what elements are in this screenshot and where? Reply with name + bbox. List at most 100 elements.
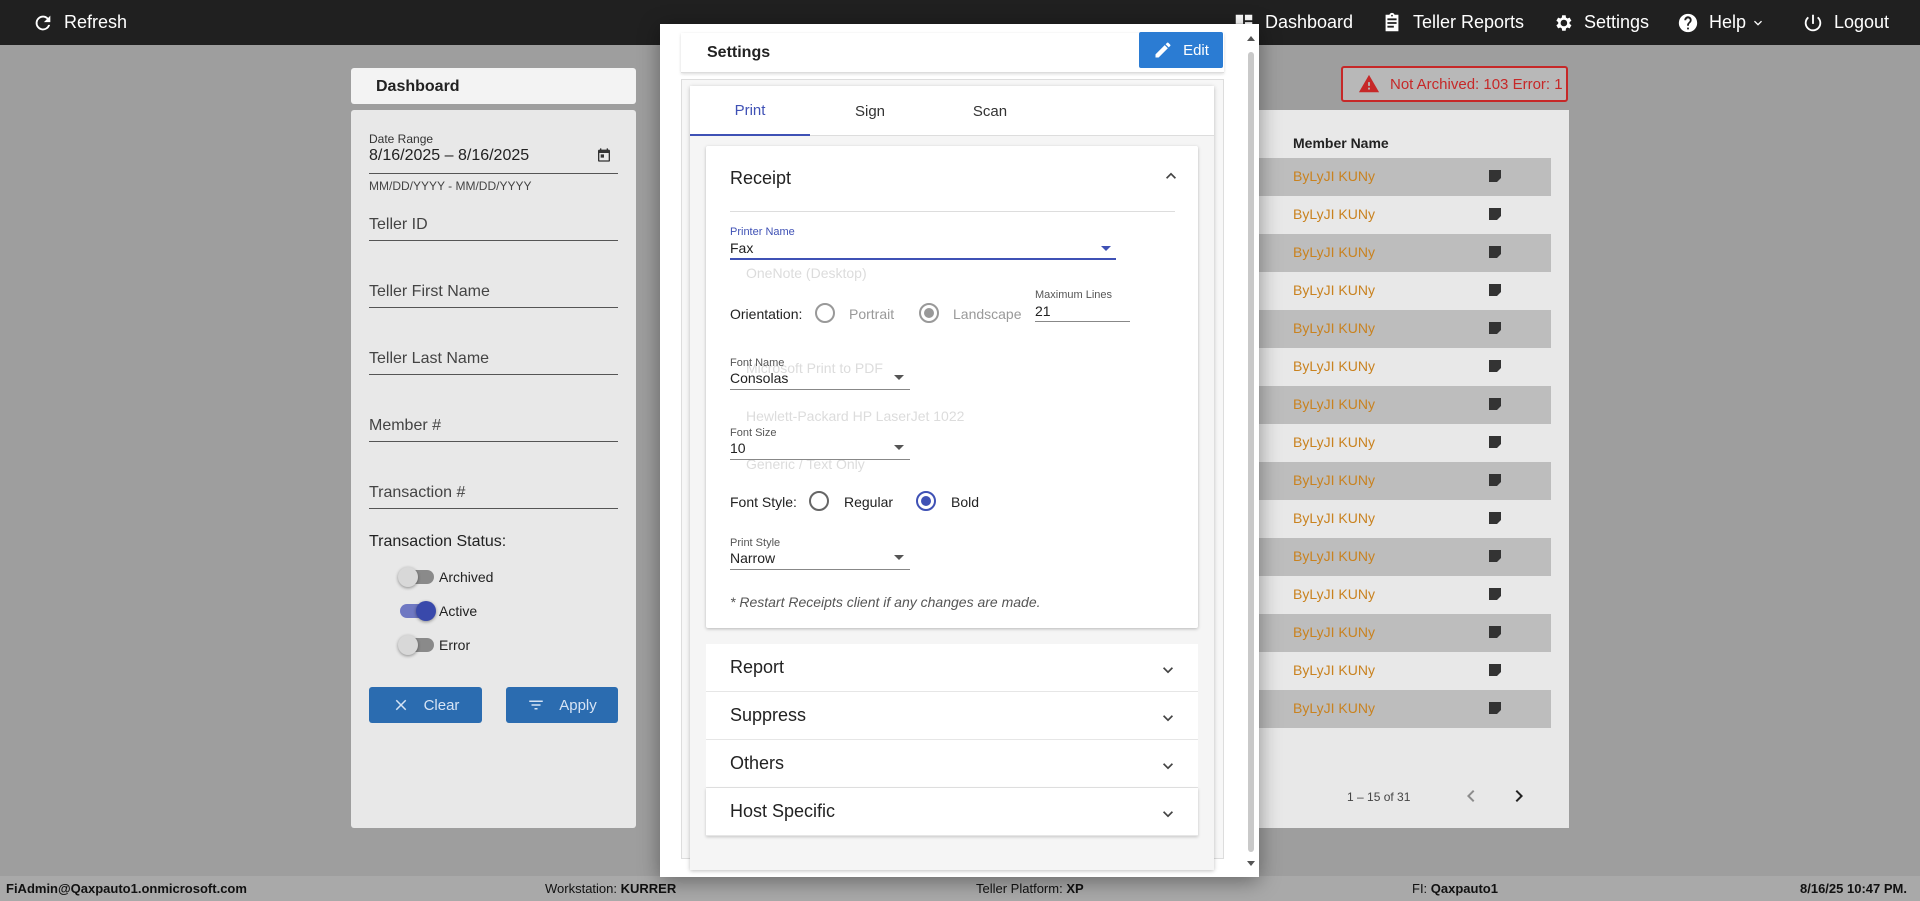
- tab-print[interactable]: Print: [690, 86, 810, 136]
- landscape-radio[interactable]: [919, 303, 939, 323]
- note-icon[interactable]: [1487, 624, 1503, 640]
- member-name-cell[interactable]: ByLyJI KUNy: [1293, 434, 1375, 450]
- member-number-field[interactable]: Member #: [369, 417, 441, 435]
- member-name-cell[interactable]: ByLyJI KUNy: [1293, 396, 1375, 412]
- member-name-cell[interactable]: ByLyJI KUNy: [1293, 624, 1375, 640]
- font-name-select[interactable]: Consolas: [730, 370, 788, 386]
- date-range-input[interactable]: 8/16/2025 – 8/16/2025: [369, 147, 529, 165]
- note-icon[interactable]: [1487, 662, 1503, 678]
- warning-icon: [1358, 74, 1380, 93]
- table-row[interactable]: ByLyJI KUNy: [1259, 310, 1551, 348]
- archived-toggle[interactable]: [398, 567, 434, 587]
- suppress-section[interactable]: Suppress: [706, 692, 1198, 740]
- tab-sign[interactable]: Sign: [810, 86, 930, 136]
- regular-radio[interactable]: [809, 491, 829, 511]
- note-icon[interactable]: [1487, 700, 1503, 716]
- note-icon[interactable]: [1487, 434, 1503, 450]
- active-toggle[interactable]: [400, 601, 436, 621]
- font-name-underline: [730, 389, 910, 390]
- others-section[interactable]: Others: [706, 740, 1198, 788]
- note-icon[interactable]: [1487, 510, 1503, 526]
- member-name-cell[interactable]: ByLyJI KUNy: [1293, 662, 1375, 678]
- member-name-cell[interactable]: ByLyJI KUNy: [1293, 700, 1375, 716]
- table-row[interactable]: ByLyJI KUNy: [1259, 690, 1551, 728]
- note-icon[interactable]: [1487, 320, 1503, 336]
- refresh-button[interactable]: Refresh: [32, 0, 127, 45]
- transaction-number-field[interactable]: Transaction #: [369, 484, 465, 502]
- note-icon[interactable]: [1487, 472, 1503, 488]
- nav-help[interactable]: Help: [1677, 0, 1766, 45]
- filter-icon: [529, 700, 543, 710]
- table-row[interactable]: ByLyJI KUNy: [1259, 196, 1551, 234]
- note-icon[interactable]: [1487, 206, 1503, 222]
- note-icon[interactable]: [1487, 244, 1503, 260]
- tab-scan[interactable]: Scan: [930, 86, 1050, 136]
- table-row[interactable]: ByLyJI KUNy: [1259, 462, 1551, 500]
- archive-status-alert[interactable]: Not Archived: 103 Error: 1: [1341, 66, 1568, 102]
- dialog-scrollbar[interactable]: [1246, 34, 1256, 868]
- apply-label: Apply: [559, 696, 597, 714]
- host-specific-section[interactable]: Host Specific: [706, 788, 1198, 836]
- table-row[interactable]: ByLyJI KUNy: [1259, 538, 1551, 576]
- bold-radio[interactable]: [916, 491, 936, 511]
- member-name-cell[interactable]: ByLyJI KUNy: [1293, 206, 1375, 222]
- print-style-select[interactable]: Narrow: [730, 550, 775, 566]
- table-row[interactable]: ByLyJI KUNy: [1259, 348, 1551, 386]
- calendar-icon[interactable]: [596, 147, 612, 163]
- member-name-cell[interactable]: ByLyJI KUNy: [1293, 510, 1375, 526]
- note-icon[interactable]: [1487, 548, 1503, 564]
- previous-page-button[interactable]: [1459, 784, 1483, 808]
- member-name-column-header[interactable]: Member Name: [1293, 135, 1389, 151]
- clipboard-icon: [1385, 12, 1399, 31]
- scroll-down-arrow[interactable]: [1247, 861, 1255, 866]
- host-specific-section-title: Host Specific: [730, 801, 836, 821]
- printer-name-select[interactable]: Fax: [730, 240, 753, 256]
- scroll-up-arrow[interactable]: [1247, 36, 1255, 41]
- table-row[interactable]: ByLyJI KUNy: [1259, 234, 1551, 272]
- edit-button[interactable]: Edit: [1139, 32, 1223, 68]
- table-row[interactable]: ByLyJI KUNy: [1259, 386, 1551, 424]
- table-row[interactable]: ByLyJI KUNy: [1259, 500, 1551, 538]
- logout-button[interactable]: Logout: [1802, 0, 1889, 45]
- member-name-cell[interactable]: ByLyJI KUNy: [1293, 282, 1375, 298]
- member-name-cell[interactable]: ByLyJI KUNy: [1293, 472, 1375, 488]
- apply-button[interactable]: Apply: [506, 687, 618, 723]
- table-row[interactable]: ByLyJI KUNy: [1259, 424, 1551, 462]
- footer-workstation: Workstation: KURRER: [545, 881, 676, 896]
- teller-first-name-field[interactable]: Teller First Name: [369, 283, 490, 301]
- note-icon[interactable]: [1487, 282, 1503, 298]
- member-name-cell[interactable]: ByLyJI KUNy: [1293, 548, 1375, 564]
- restart-note: * Restart Receipts client if any changes…: [730, 594, 1041, 610]
- error-toggle[interactable]: [398, 635, 434, 655]
- clear-button[interactable]: Clear: [369, 687, 482, 723]
- nav-teller-reports[interactable]: Teller Reports: [1381, 0, 1524, 45]
- note-icon[interactable]: [1487, 396, 1503, 412]
- next-page-button[interactable]: [1507, 784, 1531, 808]
- note-icon[interactable]: [1487, 586, 1503, 602]
- portrait-radio[interactable]: [815, 303, 835, 323]
- receipt-section-title[interactable]: Receipt: [730, 168, 791, 189]
- member-name-cell[interactable]: ByLyJI KUNy: [1293, 320, 1375, 336]
- note-icon[interactable]: [1487, 168, 1503, 184]
- maximum-lines-input[interactable]: 21: [1035, 303, 1051, 319]
- nav-settings[interactable]: Settings: [1552, 0, 1649, 45]
- teller-last-name-field[interactable]: Teller Last Name: [369, 350, 489, 368]
- table-row[interactable]: ByLyJI KUNy: [1259, 158, 1551, 196]
- table-row[interactable]: ByLyJI KUNy: [1259, 576, 1551, 614]
- member-name-cell[interactable]: ByLyJI KUNy: [1293, 586, 1375, 602]
- member-name-cell[interactable]: ByLyJI KUNy: [1293, 244, 1375, 260]
- scroll-thumb[interactable]: [1248, 52, 1254, 852]
- note-icon[interactable]: [1487, 358, 1503, 374]
- toggle-knob: [416, 601, 436, 621]
- teller-id-field[interactable]: Teller ID: [369, 216, 428, 234]
- report-section[interactable]: Report: [706, 644, 1198, 692]
- member-name-cell[interactable]: ByLyJI KUNy: [1293, 358, 1375, 374]
- chevron-down-icon: [1754, 20, 1763, 26]
- receipt-collapse-button[interactable]: [1161, 166, 1181, 186]
- table-row[interactable]: ByLyJI KUNy: [1259, 272, 1551, 310]
- table-row[interactable]: ByLyJI KUNy: [1259, 614, 1551, 652]
- bold-label: Bold: [951, 494, 980, 510]
- member-name-cell[interactable]: ByLyJI KUNy: [1293, 168, 1375, 184]
- table-row[interactable]: ByLyJI KUNy: [1259, 652, 1551, 690]
- font-size-select[interactable]: 10: [730, 440, 746, 456]
